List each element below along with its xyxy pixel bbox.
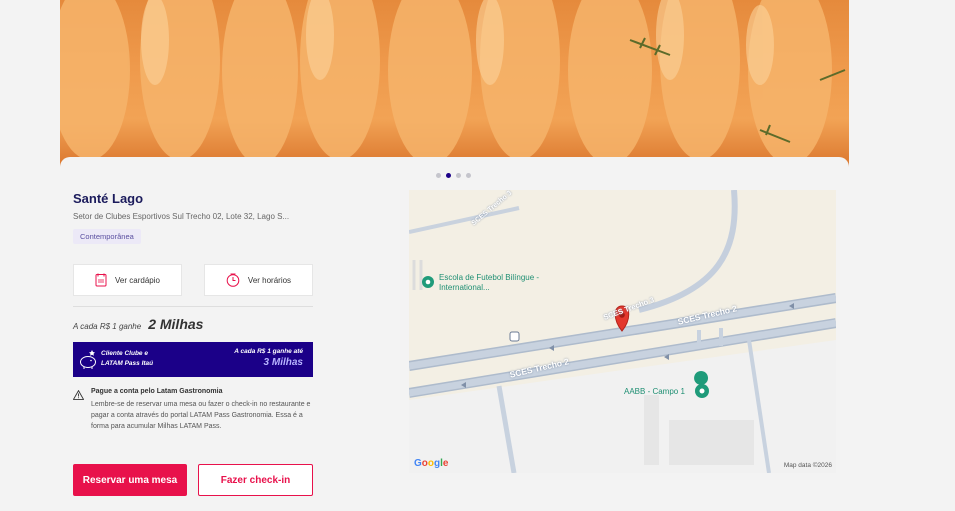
restaurant-address: Setor de Clubes Esportivos Sul Trecho 02… [73, 212, 290, 221]
view-hours-label: Ver horários [247, 275, 292, 285]
hero-image-shrimp [60, 0, 849, 170]
clock-icon [226, 273, 240, 287]
carousel-dot[interactable] [436, 173, 441, 178]
view-menu-button[interactable]: Ver cardápio [73, 264, 182, 296]
banner-right-prefix: A cada R$ 1 ganhe até [234, 348, 303, 355]
aabb-map-label[interactable]: AABB - Campo 1 [624, 387, 685, 396]
notice-body: Lembre-se de reservar uma mesa ou fazer … [91, 401, 311, 430]
miles-prefix: A cada R$ 1 ganhe [73, 322, 142, 331]
carousel-dot-active[interactable] [446, 173, 451, 178]
cuisine-tag: Contemporânea [73, 229, 141, 244]
view-hours-button[interactable]: Ver horários [204, 264, 313, 296]
view-menu-label: Ver cardápio [115, 275, 160, 285]
notice-title: Pague a conta pelo Latam Gastronomia [91, 388, 223, 395]
banner-right: A cada R$ 1 ganhe até 3 Milhas [234, 348, 303, 368]
hero-photo-illustration [60, 0, 846, 165]
restaurant-name: Santé Lago [73, 191, 144, 206]
banner-left-text: Cliente Clube e LATAM Pass Itaú [101, 350, 154, 367]
school-map-label[interactable]: Escola de Futebol Bilíngue - Internation… [439, 273, 559, 293]
miles-value: 2 Milhas [148, 316, 204, 332]
google-logo[interactable]: Google [414, 458, 448, 469]
banner-right-value: 3 Milhas [263, 357, 303, 368]
map-roads [409, 190, 836, 473]
divider [73, 306, 313, 307]
location-map[interactable]: Escola de Futebol Bilíngue - Internation… [409, 190, 836, 473]
checkin-button[interactable]: Fazer check-in [198, 464, 313, 496]
carousel-indicator [436, 173, 471, 178]
piggy-bank-icon [80, 350, 96, 369]
itau-miles-banner: Cliente Clube e LATAM Pass Itaú A cada R… [73, 342, 313, 377]
warning-icon [73, 390, 84, 400]
miles-earning: A cada R$ 1 ganhe 2 Milhas [73, 316, 203, 332]
restaurant-detail-page: Santé Lago Setor de Clubes Esportivos Su… [0, 0, 955, 511]
menu-icon [95, 273, 107, 287]
carousel-dot[interactable] [466, 173, 471, 178]
reserve-table-button[interactable]: Reservar uma mesa [73, 464, 187, 496]
carousel-dot[interactable] [456, 173, 461, 178]
map-attribution[interactable]: Map data ©2026 [784, 462, 832, 469]
